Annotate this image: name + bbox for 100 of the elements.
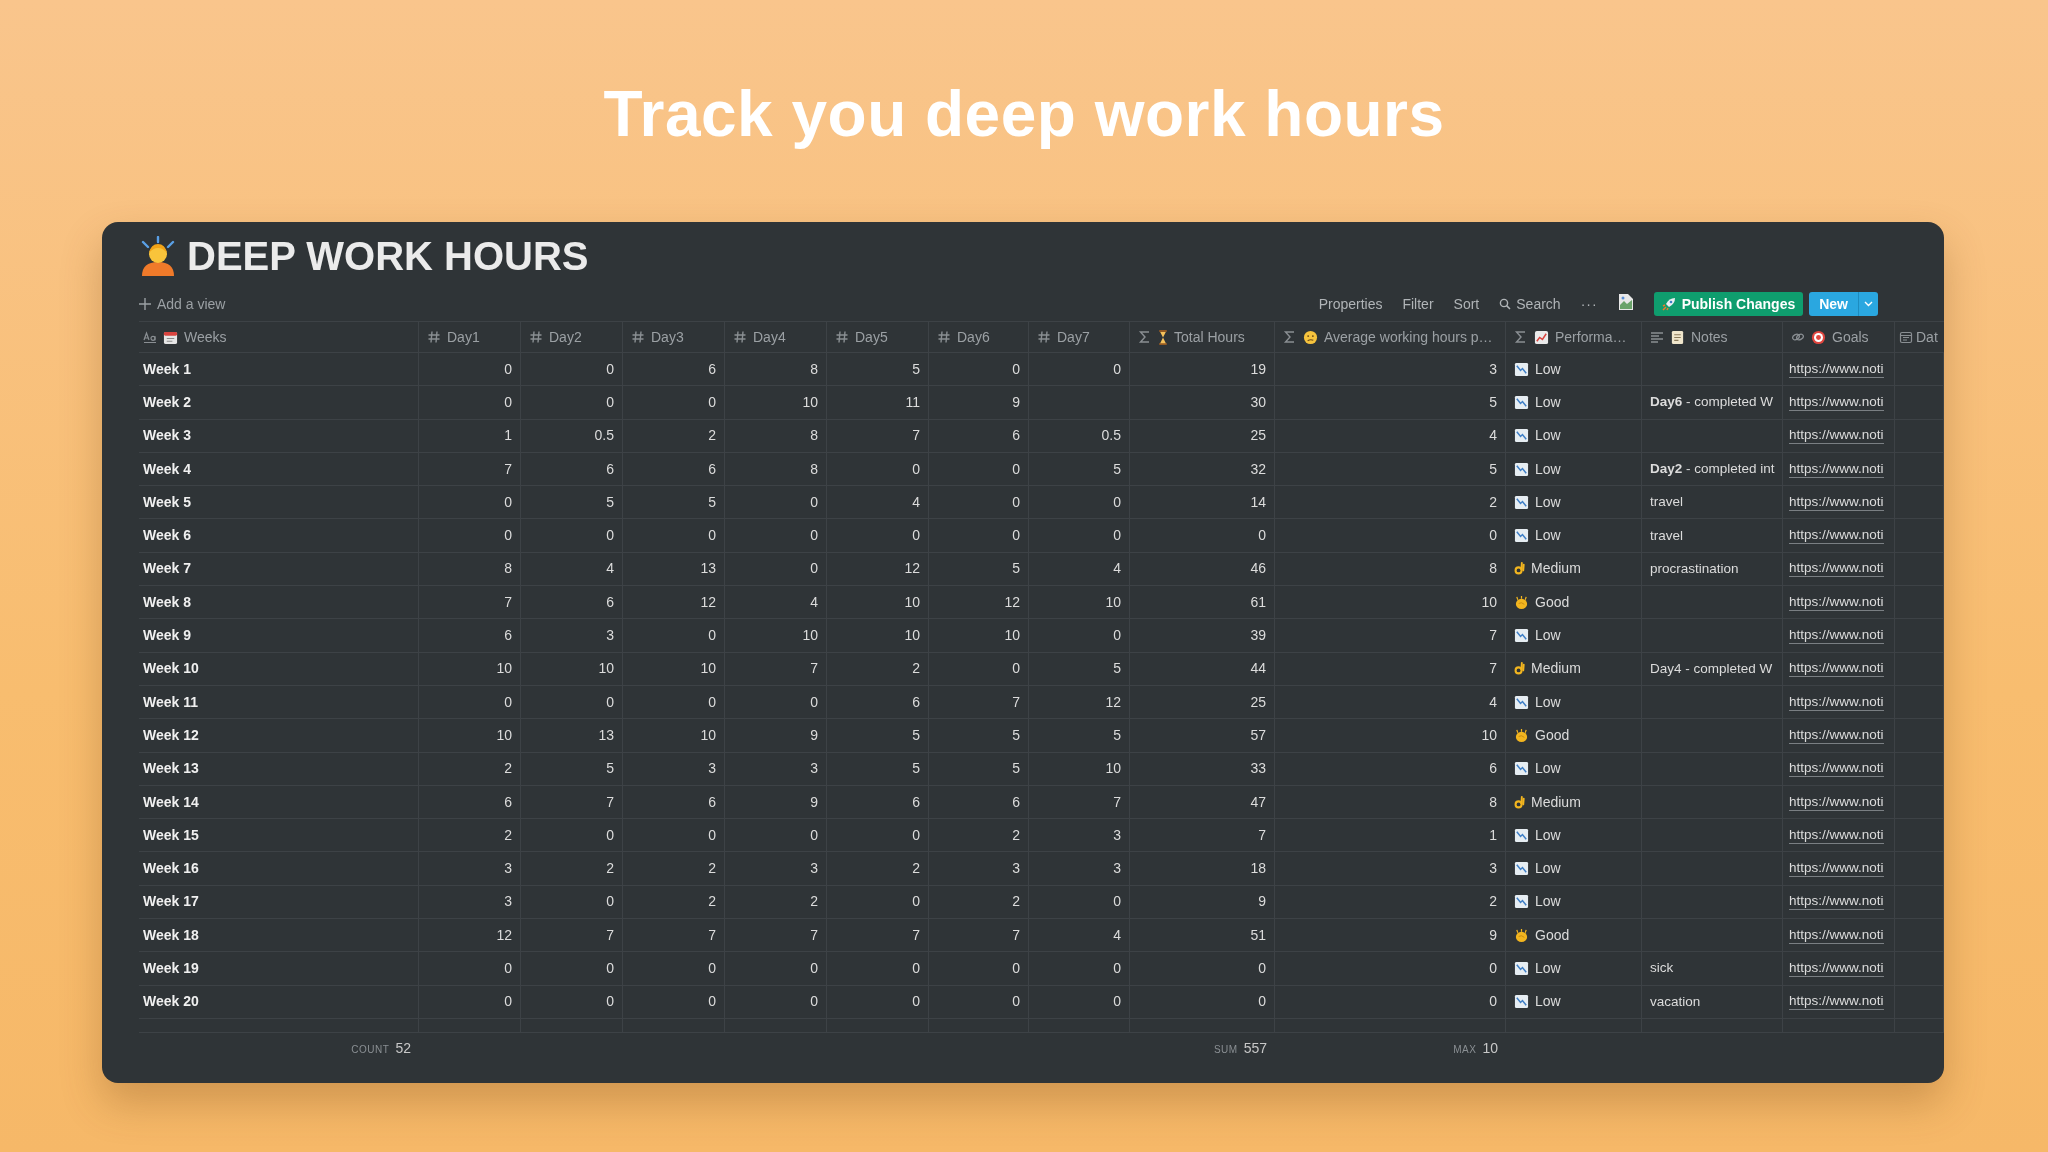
column-header[interactable]: Average working hours p… bbox=[1275, 322, 1506, 352]
goal-link[interactable]: https://www.noti bbox=[1789, 593, 1884, 611]
week-cell[interactable]: Week 10 bbox=[139, 652, 419, 685]
goal-link[interactable]: https://www.noti bbox=[1789, 493, 1884, 511]
column-header[interactable]: Day4 bbox=[725, 322, 827, 352]
toolbar-button[interactable]: Filter bbox=[1402, 293, 1434, 315]
goal-link[interactable]: https://www.noti bbox=[1789, 726, 1884, 744]
goal-link[interactable]: https://www.noti bbox=[1789, 826, 1884, 844]
column-header[interactable]: Dat bbox=[1895, 322, 1944, 352]
number-cell: 13 bbox=[521, 719, 623, 752]
week-cell[interactable]: Week 14 bbox=[139, 785, 419, 819]
goal-link[interactable]: https://www.noti bbox=[1789, 893, 1884, 911]
chart-down-icon bbox=[1514, 827, 1529, 843]
week-cell[interactable]: Week 17 bbox=[139, 885, 419, 919]
week-cell[interactable]: Week 9 bbox=[139, 619, 419, 652]
toolbar-button[interactable]: Sort bbox=[1453, 293, 1480, 315]
week-cell[interactable]: Week 4 bbox=[139, 452, 419, 486]
number-cell: 0.5 bbox=[1029, 419, 1130, 452]
number-cell: 7 bbox=[419, 586, 521, 619]
goal-link[interactable]: https://www.noti bbox=[1789, 693, 1884, 711]
number-cell: 11 bbox=[827, 386, 929, 419]
number-cell: 6 bbox=[521, 586, 623, 619]
week-cell[interactable]: Week 2 bbox=[139, 386, 419, 419]
column-header[interactable]: Goals bbox=[1783, 322, 1895, 352]
number-cell: 0 bbox=[1029, 486, 1130, 519]
week-cell[interactable]: Week 11 bbox=[139, 685, 419, 719]
number-cell: 2 bbox=[419, 752, 521, 785]
goal-link[interactable]: https://www.noti bbox=[1789, 427, 1884, 445]
week-cell[interactable]: Week 18 bbox=[139, 919, 419, 952]
column-header[interactable]: Day7 bbox=[1029, 322, 1130, 352]
goal-link[interactable]: https://www.noti bbox=[1789, 960, 1884, 977]
goal-link[interactable]: https://www.noti bbox=[1789, 393, 1884, 411]
performance-label: Good bbox=[1535, 725, 1570, 745]
goal-link[interactable]: https://www.noti bbox=[1789, 560, 1884, 578]
average-cell: 5 bbox=[1275, 386, 1506, 419]
column-header[interactable]: Day2 bbox=[521, 322, 623, 352]
number-cell: 0 bbox=[521, 519, 623, 552]
number-cell: 6 bbox=[419, 619, 521, 652]
week-cell[interactable]: Week 3 bbox=[139, 419, 419, 452]
column-label: Day3 bbox=[651, 327, 684, 347]
number-cell: 8 bbox=[725, 452, 827, 486]
number-cell: 0 bbox=[521, 819, 623, 852]
number-cell: 0 bbox=[725, 819, 827, 852]
target-icon bbox=[1811, 329, 1826, 345]
hourglass-icon bbox=[1158, 329, 1168, 345]
goal-link[interactable]: https://www.noti bbox=[1789, 527, 1884, 545]
number-cell: 0 bbox=[827, 819, 929, 852]
performance-label: Low bbox=[1535, 859, 1561, 879]
number-cell: 10 bbox=[521, 652, 623, 685]
notes-text: procrastination bbox=[1650, 559, 1739, 578]
column-header[interactable]: Total Hours bbox=[1130, 322, 1275, 352]
goal-link[interactable]: https://www.noti bbox=[1789, 926, 1884, 944]
toolbar-button[interactable]: Properties bbox=[1318, 293, 1383, 315]
search-button[interactable]: Search bbox=[1499, 293, 1561, 315]
column-header[interactable]: Day5 bbox=[827, 322, 929, 352]
chart-icon bbox=[1534, 329, 1549, 345]
goal-link[interactable]: https://www.noti bbox=[1789, 627, 1884, 644]
number-cell: 4 bbox=[827, 486, 929, 519]
number-cell: 3 bbox=[419, 852, 521, 885]
total-cell: 33 bbox=[1130, 752, 1275, 785]
week-cell[interactable]: Week 5 bbox=[139, 486, 419, 519]
number-cell: 7 bbox=[725, 652, 827, 685]
number-cell: 0 bbox=[1029, 952, 1130, 985]
performance-label: Low bbox=[1535, 492, 1561, 512]
week-cell[interactable]: Week 6 bbox=[139, 519, 419, 552]
average-cell: 9 bbox=[1275, 919, 1506, 952]
column-header[interactable]: Day3 bbox=[623, 322, 725, 352]
number-cell: 0 bbox=[725, 685, 827, 719]
total-cell: 7 bbox=[1130, 819, 1275, 852]
number-cell: 8 bbox=[725, 353, 827, 386]
column-header[interactable]: Day6 bbox=[929, 322, 1029, 352]
goal-link[interactable]: https://www.noti bbox=[1789, 793, 1884, 811]
week-cell[interactable]: Week 8 bbox=[139, 586, 419, 619]
week-cell[interactable]: Week 20 bbox=[139, 985, 419, 1018]
goal-link[interactable]: https://www.noti bbox=[1789, 760, 1884, 778]
week-cell[interactable]: Week 7 bbox=[139, 552, 419, 586]
week-cell[interactable]: Week 13 bbox=[139, 752, 419, 785]
aggregate-value: 10 bbox=[1482, 1039, 1498, 1059]
goal-link[interactable]: https://www.noti bbox=[1789, 460, 1884, 478]
number-cell: 2 bbox=[623, 852, 725, 885]
performance-label: Low bbox=[1535, 759, 1561, 779]
more-button[interactable]: ··· bbox=[1580, 293, 1598, 315]
goal-link[interactable]: https://www.noti bbox=[1789, 360, 1884, 378]
week-cell[interactable]: Week 15 bbox=[139, 819, 419, 852]
week-cell[interactable]: Week 19 bbox=[139, 952, 419, 985]
week-cell[interactable]: Week 1 bbox=[139, 353, 419, 386]
column-header[interactable]: Notes bbox=[1642, 322, 1783, 352]
goal-link[interactable]: https://www.noti bbox=[1789, 993, 1884, 1011]
number-cell: 0 bbox=[929, 652, 1029, 685]
number-cell: 8 bbox=[419, 552, 521, 586]
number-cell: 13 bbox=[623, 552, 725, 586]
goal-link[interactable]: https://www.noti bbox=[1789, 860, 1884, 878]
column-header[interactable]: Performa… bbox=[1506, 322, 1642, 352]
week-cell[interactable]: Week 16 bbox=[139, 852, 419, 885]
number-cell: 0 bbox=[521, 386, 623, 419]
column-header[interactable]: Day1 bbox=[419, 322, 521, 352]
add-view-button[interactable]: Add a view bbox=[139, 293, 226, 315]
goal-link[interactable]: https://www.noti bbox=[1789, 660, 1884, 678]
column-header[interactable]: Weeks bbox=[139, 322, 419, 352]
week-cell[interactable]: Week 12 bbox=[139, 719, 419, 752]
